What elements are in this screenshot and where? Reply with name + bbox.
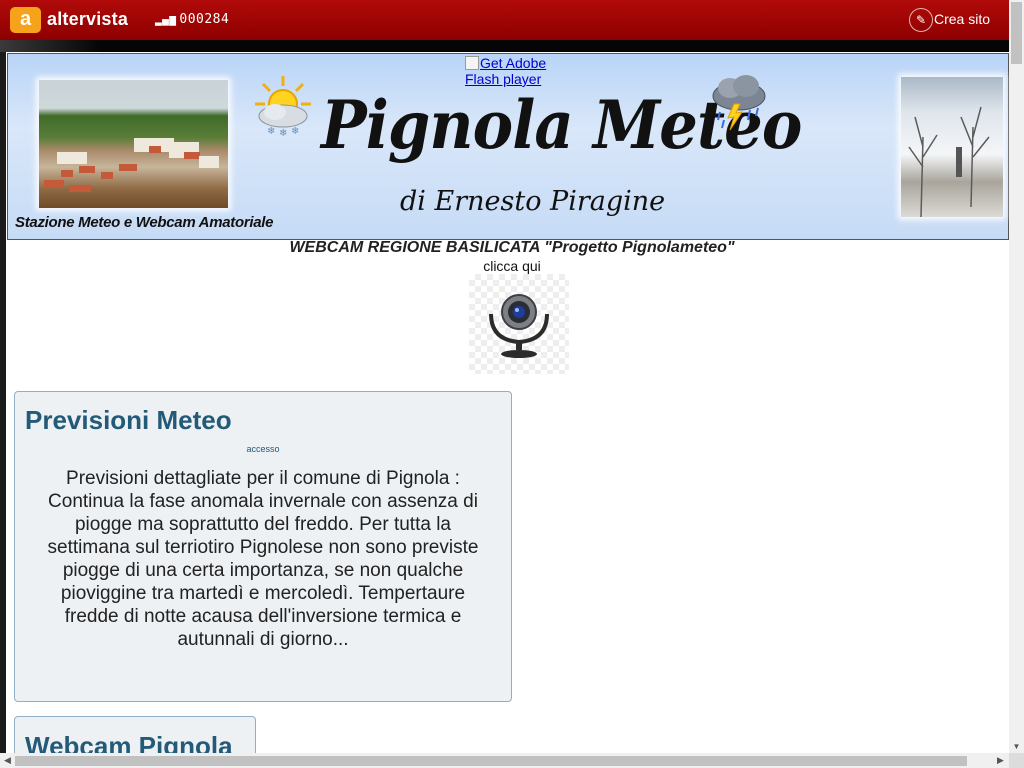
- svg-text:❄: ❄: [267, 126, 275, 137]
- forecast-card-title[interactable]: Previsioni Meteo: [25, 405, 232, 436]
- forecast-card-text: Previsioni dettagliate per il comune di …: [47, 468, 479, 650]
- webcam-card: Webcam Pignola: [14, 716, 256, 753]
- webcam-icon: [489, 294, 549, 358]
- scroll-down-arrow-icon[interactable]: ▼: [1009, 742, 1024, 751]
- vertical-scrollbar[interactable]: ▼: [1009, 0, 1024, 753]
- forecast-card: Previsioni Meteo accesso Previsioni dett…: [14, 391, 512, 702]
- visit-counter-value: 000284: [179, 12, 230, 27]
- snow-photo: [901, 77, 1003, 218]
- forecast-access-link[interactable]: accesso: [15, 444, 511, 454]
- banner-subtitle: Stazione Meteo e Webcam Amatoriale: [15, 214, 274, 231]
- webcam-link[interactable]: [469, 274, 569, 374]
- svg-text:❄: ❄: [291, 126, 299, 137]
- storm-cloud-icon: [712, 75, 766, 131]
- site-author: di Ernesto Piragine: [400, 186, 666, 217]
- broken-image-icon: [465, 56, 479, 70]
- horizontal-scrollbar[interactable]: ◀ ▶: [0, 753, 1009, 768]
- visit-counter[interactable]: ▂▄▆ 000284: [155, 12, 229, 27]
- webcam-section-title: WEBCAM REGIONE BASILICATA "Progetto Pign…: [289, 239, 735, 256]
- bar-chart-icon: ▂▄▆: [155, 13, 177, 26]
- scrollbar-corner: [1009, 753, 1024, 768]
- create-site-button[interactable]: Crea sito: [934, 11, 990, 27]
- horizontal-scroll-thumb[interactable]: [15, 756, 967, 766]
- altervista-toolbar: a altervista ▂▄▆ 000284 ✎ Crea sito: [0, 0, 1024, 40]
- altervista-logo-icon[interactable]: a: [10, 7, 41, 33]
- click-here-label[interactable]: clicca qui: [6, 258, 1009, 274]
- webcam-card-title[interactable]: Webcam Pignola: [25, 731, 233, 753]
- scroll-left-arrow-icon[interactable]: ◀: [4, 755, 11, 766]
- get-flash-player-link[interactable]: Get Adobe Flash player: [465, 55, 557, 87]
- vertical-scroll-thumb[interactable]: [1011, 2, 1022, 64]
- background-strip: [0, 40, 1009, 52]
- page-content: ❄ ❄ ❄ Pignola Meteo di Ernesto Piragine: [6, 52, 1009, 753]
- sun-cloud-snow-icon: ❄ ❄ ❄: [255, 76, 311, 138]
- svg-text:❄: ❄: [279, 128, 287, 138]
- pencil-icon[interactable]: ✎: [909, 8, 933, 32]
- scroll-right-arrow-icon[interactable]: ▶: [997, 755, 1004, 766]
- town-photo: [39, 80, 228, 208]
- altervista-brand[interactable]: altervista: [47, 9, 128, 30]
- header-banner: ❄ ❄ ❄ Pignola Meteo di Ernesto Piragine: [7, 53, 1009, 240]
